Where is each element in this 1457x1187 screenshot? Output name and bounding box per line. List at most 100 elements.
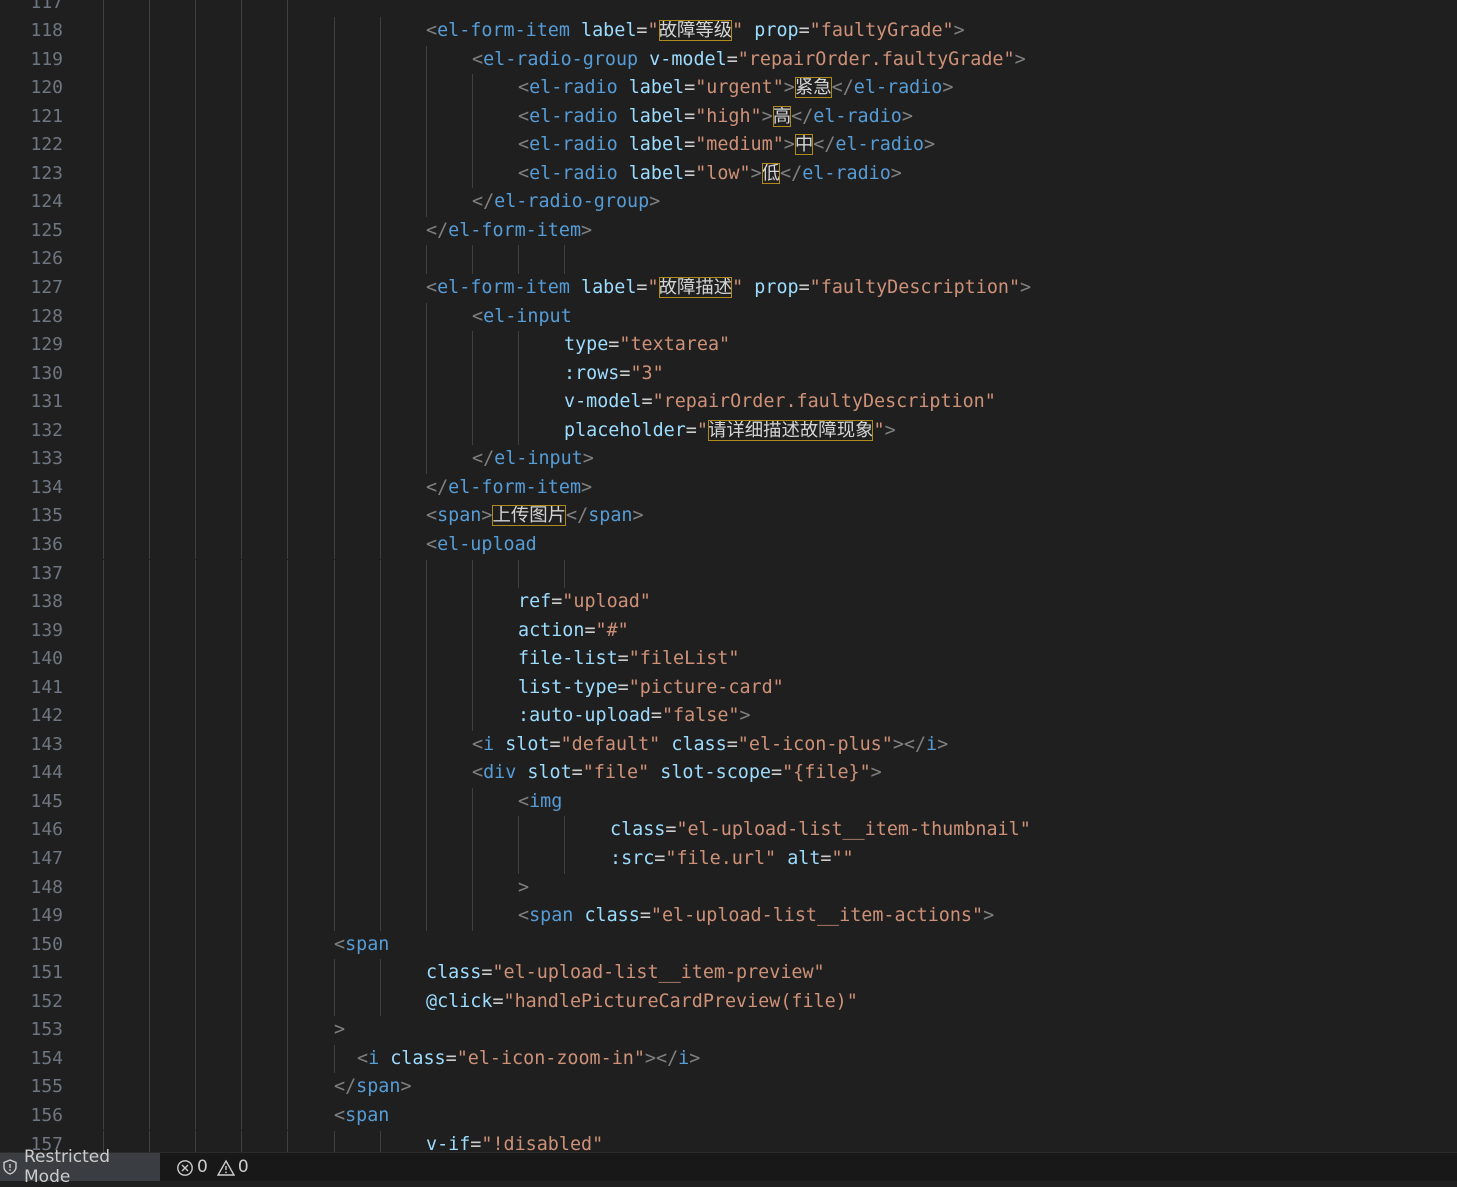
code-token: </ bbox=[426, 219, 449, 241]
code-token: </ bbox=[780, 162, 803, 184]
indent-guide bbox=[426, 388, 427, 417]
code-line[interactable]: 140 file-list="fileList" bbox=[0, 645, 1457, 674]
indent-guide bbox=[103, 673, 104, 703]
code-line[interactable]: 148 > bbox=[0, 873, 1457, 903]
code-line[interactable]: 150 <span bbox=[0, 930, 1457, 960]
code-line[interactable]: 138 ref="upload" bbox=[0, 588, 1457, 617]
code-line[interactable]: 154 <i class="el-icon-zoom-in"></i> bbox=[0, 1044, 1457, 1074]
code-token: = bbox=[636, 20, 648, 42]
code-line[interactable]: 146 class="el-upload-list__item-thumbnail… bbox=[0, 816, 1457, 845]
code-token: action bbox=[518, 619, 585, 641]
indent-guide bbox=[241, 0, 242, 18]
code-token: class bbox=[426, 962, 482, 984]
code-line[interactable]: 152 @click="handlePictureCardPreview(file… bbox=[0, 987, 1457, 1017]
code-line[interactable]: 130:rows="3" bbox=[0, 359, 1457, 389]
code-line[interactable]: 134 </el-form-item> bbox=[0, 473, 1457, 503]
code-line[interactable]: 123 <el-radio label="low">低</el-radio> bbox=[0, 159, 1457, 189]
code-line[interactable]: 129 type="textarea" bbox=[0, 331, 1457, 360]
code-line[interactable]: 117 bbox=[0, 0, 1457, 18]
problems-indicator[interactable]: 0 0 bbox=[176, 1153, 249, 1181]
code-token: "file" bbox=[582, 762, 650, 784]
code-line[interactable]: 122 <el-radio label="medium">中</el-radio> bbox=[0, 131, 1457, 160]
code-line[interactable]: 141 list-type="picture-card" bbox=[0, 673, 1457, 703]
code-line[interactable]: 120 <el-radio label="urgent">紧急</el-radio… bbox=[0, 74, 1457, 103]
code-token: "repairOrder.faultyGrade" bbox=[737, 48, 1015, 70]
indent-guide bbox=[287, 1073, 288, 1102]
indent-guide bbox=[195, 388, 196, 417]
indent-guide bbox=[103, 930, 104, 960]
restricted-mode-label: Restricted Mode bbox=[24, 1147, 111, 1187]
code-line[interactable]: 119 <el-radio-group v-model="repairOrder.… bbox=[0, 45, 1457, 75]
indent-guide bbox=[380, 759, 381, 788]
indent-guide bbox=[334, 673, 335, 703]
code-token: = bbox=[492, 990, 504, 1012]
indent-guide bbox=[195, 0, 196, 18]
indent-guide bbox=[426, 45, 427, 75]
code-token: "default" bbox=[560, 733, 661, 755]
code-line[interactable]: 156 <span bbox=[0, 1101, 1457, 1131]
code-token: class bbox=[584, 905, 640, 927]
code-line[interactable]: 151 class="el-upload-list__item-preview" bbox=[0, 959, 1457, 988]
code-line[interactable]: 125 </el-form-item> bbox=[0, 216, 1457, 246]
code-line[interactable]: 132 placeholder="请详细描述故障现象"> bbox=[0, 416, 1457, 446]
code-line[interactable]: 157 v-if="!disabled" bbox=[0, 1130, 1457, 1153]
code-line[interactable]: 124 </el-radio-group> bbox=[0, 188, 1457, 217]
indent-guide bbox=[472, 245, 473, 274]
indent-guide bbox=[472, 845, 473, 874]
code-line[interactable]: 127 <el-form-item label="故障描述" prop="faul… bbox=[0, 274, 1457, 303]
code-text: <el-radio label="medium">中</el-radio> bbox=[518, 131, 935, 160]
code-line[interactable]: 153 > bbox=[0, 1016, 1457, 1045]
code-token: "3" bbox=[630, 362, 664, 384]
code-token: = bbox=[470, 1133, 482, 1153]
code-token: = bbox=[684, 162, 696, 184]
code-line[interactable]: 133 </el-input> bbox=[0, 445, 1457, 474]
code-line[interactable]: 135 <span>上传图片</span> bbox=[0, 502, 1457, 531]
indent-guide bbox=[518, 359, 519, 389]
code-editor[interactable]: 117 118 <el-form-item label="故障等级" prop="f… bbox=[0, 0, 1457, 1152]
code-token: > bbox=[750, 162, 762, 184]
code-token: = bbox=[641, 391, 653, 413]
code-line[interactable]: 126 bbox=[0, 245, 1457, 274]
line-number: 118 bbox=[30, 20, 63, 42]
indent-guide bbox=[195, 645, 196, 674]
code-line[interactable]: 118 <el-form-item label="故障等级" prop="faul… bbox=[0, 17, 1457, 46]
indent-guide bbox=[287, 645, 288, 674]
indent-guide bbox=[334, 787, 335, 817]
indent-guide bbox=[149, 530, 150, 560]
indent-guide bbox=[241, 388, 242, 417]
indent-guide bbox=[564, 559, 565, 589]
code-line[interactable]: 139 action="#" bbox=[0, 616, 1457, 646]
indent-guide bbox=[149, 45, 150, 75]
indent-guide bbox=[195, 1044, 196, 1074]
code-line[interactable]: 144 <div slot="file" slot-scope="{file}"> bbox=[0, 759, 1457, 788]
code-line[interactable]: 143 <i slot="default" class="el-icon-plus… bbox=[0, 730, 1457, 760]
code-line[interactable]: 128 <el-input bbox=[0, 302, 1457, 332]
restricted-mode-indicator[interactable]: Restricted Mode bbox=[0, 1147, 160, 1187]
code-line[interactable]: 145 <img bbox=[0, 787, 1457, 817]
code-token: div bbox=[483, 762, 517, 784]
code-line[interactable]: 155 </span> bbox=[0, 1073, 1457, 1102]
indent-guide bbox=[195, 502, 196, 531]
indent-guide bbox=[103, 1016, 104, 1045]
indent-guide bbox=[518, 245, 519, 274]
code-token: </ bbox=[472, 448, 495, 470]
code-line[interactable]: 121 <el-radio label="high">高</el-radio> bbox=[0, 102, 1457, 132]
code-line[interactable]: 147:src="file.url" alt="" bbox=[0, 845, 1457, 874]
indent-guide bbox=[564, 245, 565, 274]
code-token: = bbox=[820, 848, 832, 869]
code-line[interactable]: 136 <el-upload bbox=[0, 530, 1457, 560]
code-line[interactable]: 137 bbox=[0, 559, 1457, 589]
indent-guide bbox=[241, 102, 242, 132]
code-text: ref="upload" bbox=[518, 588, 651, 617]
indent-guide bbox=[241, 445, 242, 474]
indent-guide bbox=[149, 0, 150, 18]
code-line[interactable]: 131 v-model="repairOrder.faultyDescriptio… bbox=[0, 388, 1457, 417]
code-token: "low" bbox=[695, 162, 751, 184]
code-line[interactable]: 142:auto-upload="false"> bbox=[0, 702, 1457, 731]
indent-guide bbox=[103, 131, 104, 160]
indent-guide bbox=[149, 102, 150, 132]
indent-guide bbox=[334, 74, 335, 103]
indent-guide bbox=[149, 559, 150, 589]
line-number: 125 bbox=[30, 219, 63, 241]
code-line[interactable]: 149 <span class="el-upload-list__item-act… bbox=[0, 902, 1457, 931]
